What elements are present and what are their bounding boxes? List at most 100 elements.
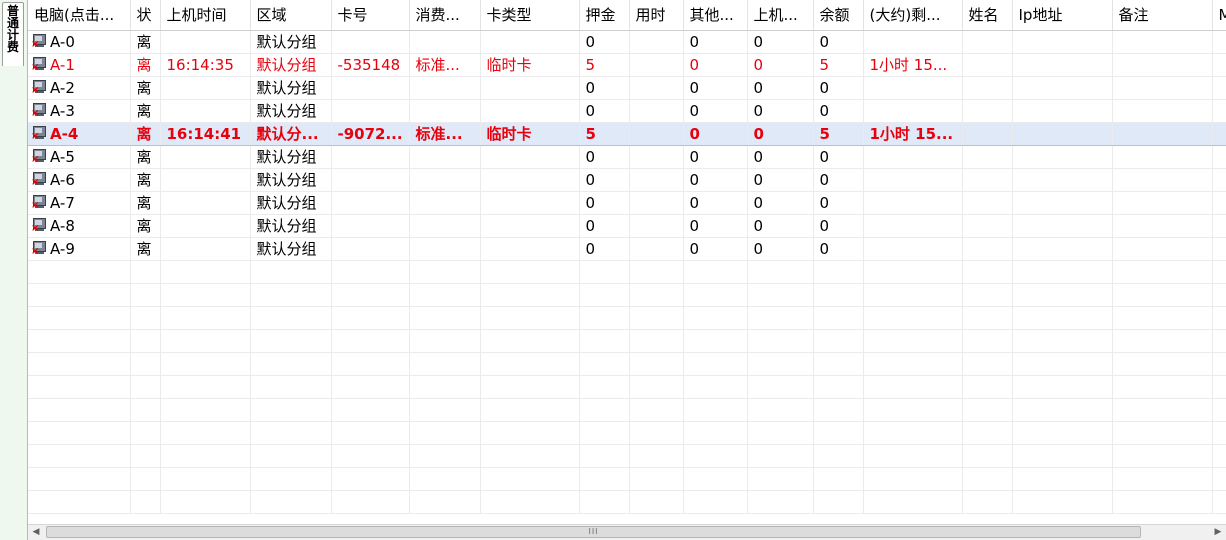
column-header[interactable]: 上机... [747, 0, 814, 31]
column-header[interactable]: 其他... [683, 0, 748, 31]
empty-cell [813, 352, 864, 376]
table-row[interactable]: × A-7 离默认分组 0 0 0 0 [28, 191, 1226, 215]
empty-cell [1212, 490, 1226, 514]
table-cell: 0 [747, 214, 814, 238]
offline-computer-icon: × [31, 56, 48, 72]
empty-cell [863, 398, 963, 422]
empty-cell [130, 375, 161, 399]
empty-cell [331, 260, 410, 284]
empty-cell [160, 398, 251, 422]
column-header[interactable]: 电脑(点击... [28, 0, 131, 31]
table-cell: 临时卡 [480, 53, 580, 77]
empty-cell [480, 375, 580, 399]
empty-cell [747, 467, 814, 491]
empty-cell [683, 444, 748, 468]
table-cell: 0 [683, 30, 748, 54]
table-row[interactable]: × A-6 离默认分组 0 0 0 0 [28, 168, 1226, 192]
empty-cell [28, 398, 131, 422]
table-row[interactable]: × A-4 离 16:14:41 默认分... -9072... 标准... 临时卡 5 0 0 5 1… [28, 121, 1226, 146]
table-cell [629, 121, 684, 146]
column-header[interactable]: 区域 [250, 0, 332, 31]
table-row[interactable]: × A-3 离默认分组 0 0 0 0 [28, 99, 1226, 123]
scrollbar-thumb[interactable]: III [46, 526, 1141, 538]
table-cell [480, 214, 580, 238]
column-header[interactable]: Ip地址 [1012, 0, 1113, 31]
empty-cell [813, 421, 864, 445]
empty-cell [130, 352, 161, 376]
horizontal-scrollbar[interactable]: ◀ III ▶ [28, 524, 1226, 540]
tab-normal-billing[interactable]: 普 通 计 费 [2, 2, 24, 66]
table-cell [1012, 121, 1113, 146]
computer-name: A-8 [50, 216, 75, 235]
empty-cell [331, 283, 410, 307]
empty-cell [1112, 444, 1213, 468]
table-cell [863, 237, 963, 261]
table-cell [629, 76, 684, 100]
empty-cell [480, 421, 580, 445]
empty-cell [1112, 421, 1213, 445]
table-cell: 0 [813, 237, 864, 261]
column-header[interactable]: 上机时间 [160, 0, 251, 31]
table-cell [160, 214, 251, 238]
table-cell [1112, 121, 1213, 146]
empty-cell [480, 352, 580, 376]
table-cell: 离 [130, 30, 161, 54]
table-row[interactable]: × A-0 离默认分组 0 0 0 0 [28, 30, 1226, 54]
table-cell: 0 [579, 237, 630, 261]
empty-cell [962, 352, 1013, 376]
table-cell: 0 [747, 168, 814, 192]
empty-row [28, 352, 1226, 376]
table-cell [1212, 76, 1226, 100]
scroll-left-arrow-icon[interactable]: ◀ [28, 525, 44, 540]
table-row[interactable]: × A-2 离默认分组 0 0 0 0 [28, 76, 1226, 100]
empty-cell [1212, 283, 1226, 307]
column-header[interactable]: (大约)剩... [863, 0, 963, 31]
column-header[interactable]: 姓名 [962, 0, 1013, 31]
empty-cell [629, 421, 684, 445]
table-row[interactable]: × A-9 离默认分组 0 0 0 0 [28, 237, 1226, 261]
table-cell [629, 53, 684, 77]
column-header[interactable]: 余额 [813, 0, 864, 31]
column-header[interactable]: 状 [130, 0, 161, 31]
table-row[interactable]: × A-5 离默认分组 0 0 0 0 [28, 145, 1226, 169]
table-cell [629, 214, 684, 238]
table-cell [863, 76, 963, 100]
empty-cell [130, 467, 161, 491]
table-cell [962, 99, 1013, 123]
empty-cell [250, 398, 332, 422]
empty-cell [579, 260, 630, 284]
table-row[interactable]: × A-1 离 16:14:35 默认分组 -535148 标准... 临时卡 5 0 0 5 1小时 … [28, 53, 1226, 77]
column-header[interactable]: 消费... [409, 0, 481, 31]
table-row[interactable]: × A-8 离默认分组 0 0 0 0 [28, 214, 1226, 238]
column-header[interactable]: 备注 [1112, 0, 1213, 31]
empty-cell [1112, 260, 1213, 284]
computer-name: A-5 [50, 147, 75, 166]
empty-cell [683, 398, 748, 422]
table-cell [1112, 30, 1213, 54]
empty-cell [962, 490, 1013, 514]
computer-name: A-4 [50, 124, 79, 143]
empty-cell [331, 444, 410, 468]
table-cell: 0 [579, 168, 630, 192]
table-cell [962, 76, 1013, 100]
column-header[interactable]: 卡类型 [480, 0, 580, 31]
empty-cell [28, 444, 131, 468]
table-cell [160, 168, 251, 192]
empty-cell [331, 421, 410, 445]
scroll-right-arrow-icon[interactable]: ▶ [1210, 525, 1226, 540]
table-cell: 0 [747, 191, 814, 215]
empty-cell [1112, 329, 1213, 353]
table-cell: 离 [130, 145, 161, 169]
table-cell: 1小时 15... [863, 121, 963, 146]
column-header[interactable]: 用时 [629, 0, 684, 31]
column-header[interactable]: 押金 [579, 0, 630, 31]
table-cell: 0 [683, 191, 748, 215]
column-header[interactable]: 卡号 [331, 0, 410, 31]
empty-cell [813, 329, 864, 353]
table-cell: 0 [683, 53, 748, 77]
offline-computer-icon: × [31, 171, 48, 187]
empty-row [28, 283, 1226, 307]
empty-cell [1012, 398, 1113, 422]
empty-cell [962, 306, 1013, 330]
column-header[interactable]: M [1212, 0, 1226, 31]
